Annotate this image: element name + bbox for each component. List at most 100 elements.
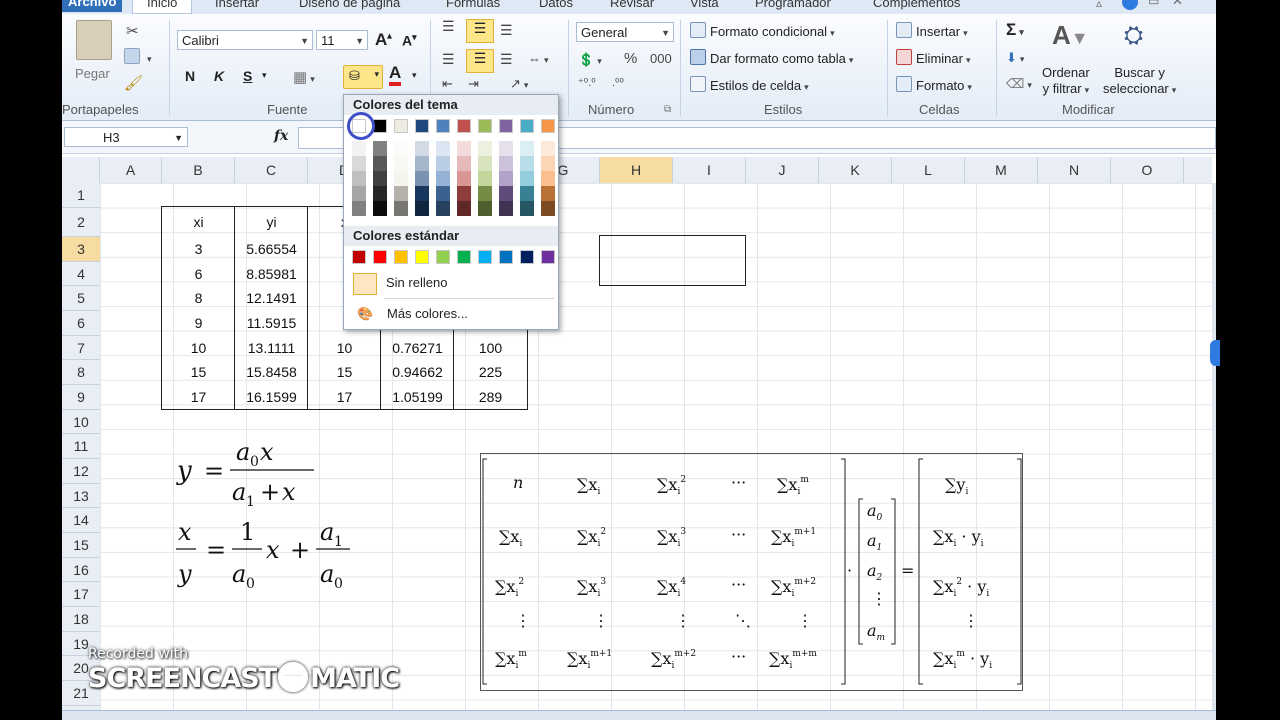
format-as-table-button[interactable]: Dar formato como tabla ▾ [690, 49, 853, 66]
column-header[interactable]: H [600, 157, 673, 183]
shrink-font-icon[interactable]: A▾ [402, 32, 417, 49]
standard-color-swatch[interactable] [436, 250, 450, 264]
theme-shade-swatch[interactable] [520, 186, 534, 201]
name-box[interactable]: H3 ▼ [64, 127, 188, 147]
percent-icon[interactable]: % [624, 50, 637, 67]
tab-vista[interactable]: Vista [690, 0, 719, 13]
window-restore-icon[interactable]: ▭ [1148, 0, 1159, 8]
theme-shade-swatch[interactable] [394, 171, 408, 186]
binoculars-icon[interactable]: ⛭ [1124, 22, 1143, 50]
more-colors-option[interactable]: 🎨 Más colores... [353, 301, 468, 327]
table-cell[interactable]: 9 [162, 311, 235, 335]
align-center-icon[interactable]: ☰ [466, 49, 494, 73]
font-name-combo[interactable]: Calibri ▼ [177, 30, 313, 50]
theme-shade-swatch[interactable] [415, 186, 429, 201]
standard-color-swatch[interactable] [457, 250, 471, 264]
theme-shade-swatch[interactable] [352, 186, 366, 201]
fill-color-button[interactable]: ⛁ ▾ [343, 65, 383, 89]
increase-decimal-icon[interactable]: ⁺⁰.⁰ [578, 76, 596, 89]
table-cell[interactable]: 289 [454, 385, 527, 409]
row-header[interactable]: 16 [62, 558, 100, 582]
theme-shade-swatch[interactable] [541, 156, 555, 171]
table-cell[interactable]: 17 [308, 385, 381, 409]
row-header[interactable]: 7 [62, 336, 100, 360]
theme-shade-swatch[interactable] [520, 201, 534, 216]
row-header[interactable]: 14 [62, 508, 100, 533]
chevron-down-icon[interactable]: ▾ [412, 70, 417, 81]
column-header[interactable]: M [965, 157, 1038, 183]
theme-shade-swatch[interactable] [394, 186, 408, 201]
table-cell[interactable]: 0.76271 [381, 336, 454, 360]
theme-shade-swatch[interactable] [373, 171, 387, 186]
theme-shade-swatch[interactable] [373, 201, 387, 216]
bold-button[interactable]: N [185, 68, 195, 84]
tab-formulas[interactable]: Fórmulas [446, 0, 500, 13]
theme-shade-swatch[interactable] [478, 156, 492, 171]
tab-complementos[interactable]: Complementos [873, 0, 960, 13]
theme-shade-swatch[interactable] [499, 186, 513, 201]
increase-indent-icon[interactable]: ⇥ [468, 76, 479, 92]
fill-down-icon[interactable]: ⬇ ▾ [1006, 50, 1024, 66]
table-cell[interactable]: 15 [308, 360, 381, 384]
theme-shade-swatch[interactable] [541, 141, 555, 156]
column-header[interactable]: C [235, 157, 308, 183]
help-icon[interactable] [1122, 0, 1138, 10]
align-top-icon[interactable]: ☰ [442, 18, 455, 35]
font-size-combo[interactable]: 11 ▼ [316, 30, 368, 50]
theme-shade-swatch[interactable] [520, 171, 534, 186]
merge-center-icon[interactable]: ⇔ ▾ [528, 51, 549, 66]
table-cell[interactable]: 6 [162, 262, 235, 286]
theme-shade-swatch[interactable] [415, 171, 429, 186]
theme-shade-swatch[interactable] [478, 141, 492, 156]
align-bottom-icon[interactable]: ☰ [500, 22, 513, 39]
theme-shade-swatch[interactable] [499, 201, 513, 216]
dialog-launcher-icon[interactable]: ⧉ [664, 104, 671, 115]
row-header[interactable]: 17 [62, 582, 100, 607]
theme-shade-swatch[interactable] [394, 141, 408, 156]
theme-shade-swatch[interactable] [520, 156, 534, 171]
column-header[interactable]: K [819, 157, 892, 183]
theme-shade-swatch[interactable] [499, 156, 513, 171]
theme-shade-swatch[interactable] [415, 156, 429, 171]
column-header[interactable]: O [1111, 157, 1184, 183]
theme-color-swatch[interactable] [499, 119, 513, 133]
row-header[interactable]: 4 [62, 262, 100, 286]
conditional-format-button[interactable]: Formato condicional ▾ [690, 22, 835, 39]
theme-color-swatch[interactable] [478, 119, 492, 133]
header-cell[interactable]: xi [162, 210, 235, 234]
vertical-scrollbar[interactable] [1212, 183, 1216, 710]
find-select-button[interactable]: Buscar y seleccionar ▾ [1103, 65, 1176, 98]
table-cell[interactable]: 12.1491 [235, 286, 308, 310]
italic-button[interactable]: K [214, 68, 224, 84]
theme-shade-swatch[interactable] [436, 156, 450, 171]
theme-shade-swatch[interactable] [373, 141, 387, 156]
column-header[interactable]: A [100, 157, 162, 183]
sort-filter-button[interactable]: Ordenar y filtrar ▾ [1042, 65, 1090, 98]
theme-shade-swatch[interactable] [394, 156, 408, 171]
table-cell[interactable]: 8 [162, 286, 235, 310]
underline-button[interactable]: S [243, 68, 252, 84]
align-left-icon[interactable]: ☰ [442, 51, 455, 68]
theme-shade-swatch[interactable] [352, 141, 366, 156]
row-header[interactable]: 10 [62, 410, 100, 434]
table-cell[interactable]: 3 [162, 237, 235, 261]
theme-shade-swatch[interactable] [352, 156, 366, 171]
tab-archivo[interactable]: Archivo [62, 0, 123, 12]
copy-icon[interactable]: ▾ [124, 48, 152, 65]
standard-color-swatch[interactable] [352, 250, 366, 264]
theme-shade-swatch[interactable] [457, 201, 471, 216]
table-cell[interactable]: 13.1111 [235, 336, 308, 360]
theme-shade-swatch[interactable] [394, 201, 408, 216]
row-header[interactable]: 8 [62, 360, 100, 385]
chevron-down-icon[interactable]: ▼ [355, 31, 364, 51]
tab-insertar[interactable]: Insertar [215, 0, 259, 13]
insert-function-icon[interactable]: fx [274, 128, 288, 144]
column-header[interactable]: L [892, 157, 965, 183]
table-cell[interactable]: 100 [454, 336, 527, 360]
insert-cells-button[interactable]: Insertar ▾ [896, 22, 968, 39]
chevron-down-icon[interactable]: ▼ [174, 128, 183, 148]
theme-shade-swatch[interactable] [436, 171, 450, 186]
theme-shade-swatch[interactable] [478, 171, 492, 186]
decrease-indent-icon[interactable]: ⇤ [442, 76, 453, 92]
paste-button[interactable]: Pegar [75, 66, 110, 81]
